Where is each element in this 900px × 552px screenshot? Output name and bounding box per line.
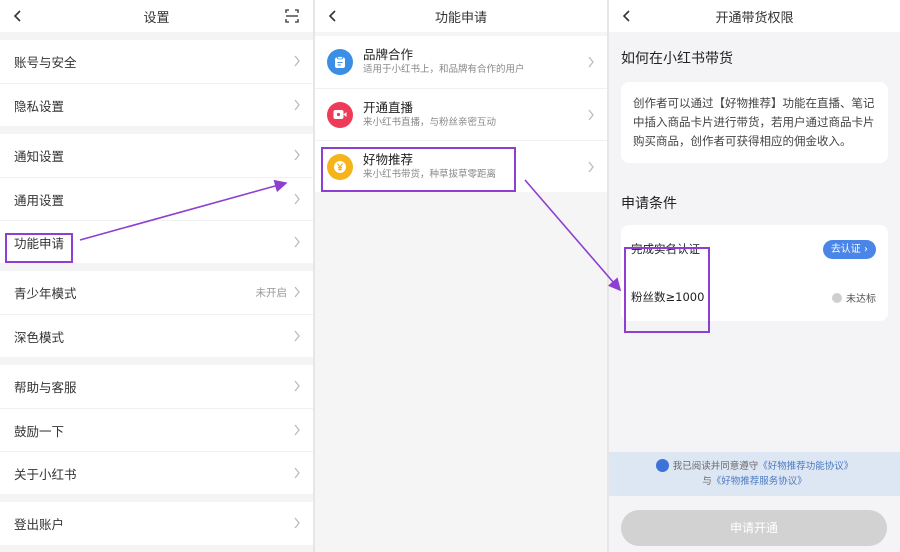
highlight-box-goods bbox=[321, 147, 516, 192]
settings-item-about[interactable]: 关于小红书 bbox=[0, 451, 313, 494]
item-label: 账号与安全 bbox=[14, 55, 77, 70]
chevron-right-icon bbox=[294, 193, 300, 205]
feature-title: 开通直播 bbox=[363, 99, 414, 115]
how-title: 如何在小红书带货 bbox=[621, 51, 733, 67]
brand-icon bbox=[327, 49, 353, 75]
chevron-right-icon bbox=[294, 517, 300, 529]
feature-item-live[interactable]: 开通直播 来小红书直播，与粉丝亲密互动 bbox=[315, 88, 607, 140]
sell-navbar: 开通带货权限 bbox=[609, 0, 900, 32]
item-label: 深色模式 bbox=[14, 329, 65, 345]
page-title: 功能申请 bbox=[434, 10, 487, 26]
settings-item-account-security[interactable]: 账号与安全 bbox=[0, 40, 313, 83]
settings-item-privacy[interactable]: 隐私设置 bbox=[0, 83, 313, 126]
chevron-right-icon bbox=[294, 330, 300, 342]
settings-group-help: 帮助与客服 鼓励一下 关于小红书 bbox=[0, 365, 313, 494]
settings-group-account: 账号与安全 隐私设置 bbox=[0, 40, 313, 126]
back-arrow-icon[interactable] bbox=[325, 8, 341, 24]
item-label: 青少年模式 bbox=[14, 286, 77, 301]
item-label: 帮助与客服 bbox=[14, 380, 77, 395]
highlight-box-feature-apply bbox=[5, 233, 73, 263]
scan-icon[interactable] bbox=[285, 9, 299, 23]
item-label: 登出账户 bbox=[14, 517, 65, 532]
apply-submit-button[interactable]: 申请开通 bbox=[621, 510, 887, 546]
settings-item-general[interactable]: 通用设置 bbox=[0, 177, 313, 220]
settings-group-logout: 登出账户 bbox=[0, 502, 313, 545]
agreement-link-feature[interactable]: 《好物推荐功能协议》 bbox=[758, 461, 853, 472]
feature-desc: 来小红书直播，与粉丝亲密互动 bbox=[363, 116, 497, 128]
chevron-right-icon bbox=[294, 149, 300, 161]
chevron-right-icon bbox=[294, 236, 300, 248]
item-label: 通用设置 bbox=[14, 192, 65, 208]
agreement-bar: 我已阅读并同意遵守《好物推荐功能协议》 与《好物推荐服务协议》 bbox=[609, 452, 900, 496]
chevron-right-icon bbox=[588, 161, 594, 173]
settings-screen: 设置 账号与安全 隐私设置 通知设置 通用设置 功能申请 青少年模式 未开启 深色… bbox=[0, 0, 313, 552]
settings-item-dark-mode[interactable]: 深色模式 bbox=[0, 314, 313, 357]
chevron-right-icon bbox=[294, 380, 300, 392]
back-arrow-icon[interactable] bbox=[619, 8, 635, 24]
chevron-right-icon bbox=[588, 109, 594, 121]
settings-group-modes: 青少年模式 未开启 深色模式 bbox=[0, 271, 313, 357]
chevron-right-icon bbox=[294, 424, 300, 436]
how-desc: 创作者可以通过【好物推荐】功能在直播、笔记中插入商品卡片进行带货，若用户通过商品… bbox=[633, 96, 875, 148]
back-arrow-icon[interactable] bbox=[10, 8, 26, 24]
chevron-right-icon bbox=[294, 55, 300, 67]
page-title: 开通带货权限 bbox=[715, 10, 794, 26]
live-icon bbox=[327, 101, 353, 128]
item-label: 鼓励一下 bbox=[14, 423, 65, 439]
item-label: 隐私设置 bbox=[14, 98, 65, 114]
verify-button[interactable]: 去认证 › bbox=[822, 240, 876, 259]
page-title: 设置 bbox=[143, 10, 170, 26]
unmet-status: 未达标 bbox=[832, 290, 876, 305]
how-card: 创作者可以通过【好物推荐】功能在直播、笔记中插入商品卡片进行带货，若用户通过商品… bbox=[621, 82, 888, 163]
status-dot-icon bbox=[832, 292, 842, 303]
feature-desc: 适用于小红书上，和品牌有合作的用户 bbox=[363, 64, 525, 75]
settings-navbar: 设置 bbox=[0, 0, 313, 32]
item-label: 关于小红书 bbox=[14, 466, 77, 482]
chevron-right-icon bbox=[588, 56, 594, 68]
settings-item-encourage[interactable]: 鼓励一下 bbox=[0, 408, 313, 451]
item-label: 通知设置 bbox=[14, 149, 65, 164]
agree-text: 我已阅读并同意遵守 bbox=[672, 461, 759, 472]
feature-title: 品牌合作 bbox=[363, 47, 414, 62]
feature-navbar: 功能申请 bbox=[315, 0, 607, 32]
agree-mid-text: 与 bbox=[702, 476, 712, 487]
agree-checkbox-icon[interactable] bbox=[655, 459, 669, 472]
settings-item-logout[interactable]: 登出账户 bbox=[0, 502, 313, 545]
feature-item-brand[interactable]: 品牌合作 适用于小红书上，和品牌有合作的用户 bbox=[315, 36, 607, 88]
settings-item-teen-mode[interactable]: 青少年模式 未开启 bbox=[0, 271, 313, 314]
conditions-title: 申请条件 bbox=[621, 196, 677, 212]
agreement-link-service[interactable]: 《好物推荐服务协议》 bbox=[712, 476, 807, 487]
chevron-right-icon bbox=[294, 467, 300, 479]
settings-item-help[interactable]: 帮助与客服 bbox=[0, 365, 313, 408]
highlight-box-conditions bbox=[624, 247, 710, 333]
chevron-right-icon bbox=[294, 99, 300, 111]
settings-item-notifications[interactable]: 通知设置 bbox=[0, 134, 313, 177]
teen-mode-state: 未开启 bbox=[255, 287, 288, 299]
feature-apply-screen: 功能申请 品牌合作 适用于小红书上，和品牌有合作的用户 开通直播 来小红书直播，… bbox=[315, 0, 607, 552]
chevron-right-icon bbox=[294, 286, 300, 298]
